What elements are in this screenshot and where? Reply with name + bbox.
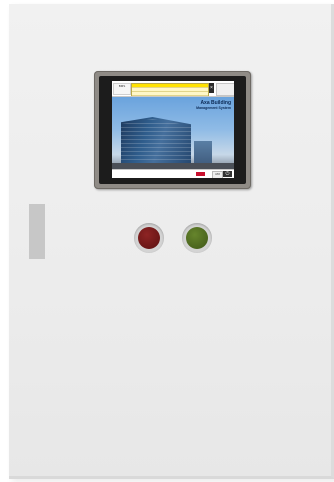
- alarm-list[interactable]: [131, 83, 209, 96]
- door-handle[interactable]: [29, 204, 45, 259]
- hero-title-line2: Management System: [196, 106, 231, 110]
- red-indicator-light: [134, 223, 164, 253]
- menu-button[interactable]: ABB: [212, 171, 223, 178]
- close-icon: ×: [210, 85, 213, 91]
- power-icon: ⏻: [225, 171, 230, 177]
- hmi-top-bar: BMS ×: [112, 81, 234, 97]
- hmi-screen[interactable]: BMS × Axa Building Management System ABB…: [112, 81, 234, 178]
- menu-button-label: ABB: [214, 173, 220, 176]
- power-button[interactable]: ⏻: [223, 171, 232, 177]
- building-photo: Axa Building Management System: [112, 97, 234, 169]
- green-indicator-light: [182, 223, 212, 253]
- red-indicator-lens: [138, 227, 160, 249]
- company-logo: BMS: [113, 83, 131, 95]
- acknowledge-button[interactable]: ×: [209, 83, 214, 93]
- logo-text: BMS: [118, 84, 126, 88]
- green-indicator-lens: [186, 227, 208, 249]
- hmi-bottom-bar: ABB ⏻: [112, 169, 234, 178]
- hero-title: Axa Building Management System: [196, 100, 231, 111]
- building-windows: [121, 119, 191, 169]
- status-panel: [216, 83, 234, 96]
- alarm-row[interactable]: [132, 92, 208, 96]
- brand-badge: [196, 172, 205, 176]
